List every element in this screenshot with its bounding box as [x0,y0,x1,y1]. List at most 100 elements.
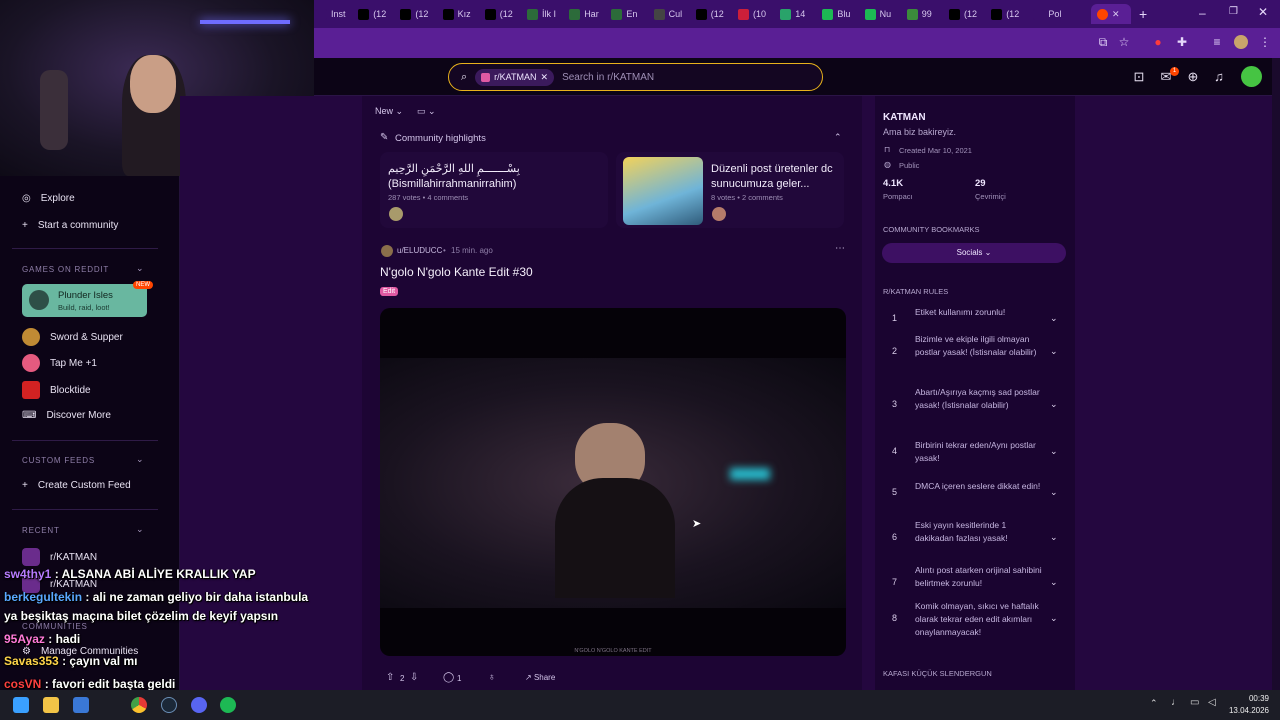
browser-tab[interactable]: (12 [991,4,1029,24]
socials-label: Socials [956,248,983,257]
browser-tab[interactable]: Kız [442,4,481,24]
rule-text: Etiket kullanımı zorunlu! [915,307,1006,317]
close-window-button[interactable]: ✕ [1258,5,1268,19]
install-app-icon[interactable]: ⧉ [1096,35,1110,49]
store-icon[interactable] [73,697,89,713]
browser-tab[interactable]: Pol [1033,4,1071,24]
chat-separator: : [82,590,93,604]
tab-label: İlk I [542,9,557,19]
sidebar-item-start-community[interactable]: + Start a community [22,220,118,231]
network-icon[interactable]: ▭ [1190,697,1199,708]
recent-chevron-icon[interactable]: ⌄ [136,524,144,535]
user-avatar[interactable] [1241,66,1262,87]
sidebar-item-explore[interactable]: ◎ Explore [22,193,75,204]
steam-icon[interactable] [161,697,177,713]
games-heading: GAMES ON REDDIT [22,265,110,274]
sidebar-recent-item[interactable]: r/KATMAN [22,548,97,566]
rule-number: 2 [892,346,898,356]
post-author[interactable]: u/ELUDUCC [397,246,442,255]
sort-dropdown[interactable]: New ⌄ [375,106,403,117]
games-chevron-icon[interactable]: ⌄ [136,263,144,274]
browser-tab[interactable]: (12 [400,4,438,24]
close-tab-icon[interactable]: ✕ [1112,9,1120,20]
browser-tab[interactable]: Inst [316,4,354,24]
share-button[interactable]: ↗ Share [525,673,555,682]
browser-tab[interactable]: (10 [738,4,776,24]
notifications-bell-icon[interactable]: ♫ [1211,69,1227,85]
bookmark-star-icon[interactable]: ☆ [1117,35,1131,49]
browser-tab[interactable]: (12 [358,4,396,24]
browser-tab[interactable]: (12 [484,4,523,24]
volume-icon[interactable]: ◁ [1208,697,1216,708]
browser-menu-icon[interactable]: ⋮ [1258,35,1272,49]
spotify-icon[interactable] [220,697,236,713]
rules-heading: R/KATMAN RULES [883,287,949,296]
create-post-icon[interactable]: ⊕ [1185,69,1201,85]
new-tab-button[interactable]: + [1139,6,1147,22]
post-options-icon[interactable]: ⋯ [835,243,845,254]
post-flair[interactable]: Edit [380,287,399,296]
file-explorer-icon[interactable] [43,697,59,713]
sidebar-item-create-feed[interactable]: + Create Custom Feed [22,480,131,491]
browser-tab[interactable]: (12 [695,4,734,24]
advertise-icon[interactable]: ⊡ [1131,69,1147,85]
minimize-button[interactable]: – [1199,6,1206,20]
custom-feeds-chevron-icon[interactable]: ⌄ [136,454,144,465]
tab-label: 14 [795,9,806,19]
post-author-avatar[interactable] [381,245,393,257]
extensions-puzzle-icon[interactable]: ✚ [1175,35,1189,49]
post-video[interactable]: N'GOLO N'GOLO KANTE EDIT [380,308,846,656]
online-count: 29 [975,178,986,189]
collapse-highlights-icon[interactable]: ⌃ [834,132,842,143]
online-label: Çevrimiçi [975,192,1006,201]
post-separator: • [443,246,446,255]
browser-tab[interactable]: 99 [906,4,945,24]
page-scrollbar[interactable] [1272,58,1280,690]
sidebar-item-tap-me[interactable]: Tap Me +1 [22,354,97,372]
clock-time[interactable]: 00:39 [1229,694,1269,703]
discord-icon[interactable] [191,697,207,713]
award-icon[interactable]: ♁ [488,672,496,683]
tab-favicon-icon [653,8,665,20]
blocktide-icon [22,381,40,399]
browser-tab[interactable]: Cul [653,4,692,24]
search-input[interactable]: ⌕ r/KATMAN ✕ Search in r/KATMAN [448,63,823,91]
next-widget-heading: KAFASI KÜÇÜK SLENDERGUN [883,669,992,678]
browser-tab[interactable]: (12 [949,4,987,24]
sidebar-item-blocktide[interactable]: Blocktide [22,381,91,399]
sidebar-item-sword-supper[interactable]: Sword & Supper [22,328,123,346]
browser-tab[interactable]: İlk I [527,4,565,24]
microphone-icon[interactable]: ♩ [1171,697,1181,708]
browser-tab[interactable]: Nu [864,4,903,24]
media-control-icon[interactable]: ≡ [1210,35,1224,49]
profile-avatar-icon[interactable] [1234,35,1248,49]
view-toggle-dropdown[interactable]: ▭ ⌄ [417,106,436,117]
browser-tab[interactable]: En [611,4,649,24]
tab-label: (12 [499,9,513,19]
upvote-icon[interactable]: ⇧ [386,672,394,683]
browser-tab[interactable]: Blu [822,4,860,24]
video-light [730,468,770,480]
rule-number: 1 [892,312,898,323]
sidebar-item-discover-more[interactable]: ⌨ Discover More [22,410,111,421]
community-search-chip[interactable]: r/KATMAN ✕ [475,68,555,86]
socials-button[interactable]: Socials ⌄ [882,243,1066,263]
post-title[interactable]: N'golo N'golo Kante Edit #30 [380,265,533,279]
clock-date[interactable]: 13.04.2026 [1224,706,1269,715]
chat-username: cosVN [4,677,42,691]
browser-tab[interactable]: Har [569,4,607,24]
windows-start-icon[interactable] [13,697,29,713]
active-browser-tab[interactable]: ✕ [1091,4,1131,24]
browser-tab[interactable]: 14 [780,4,818,24]
comment-icon[interactable]: ◯ [443,672,454,683]
downvote-icon[interactable]: ⇩ [410,672,418,683]
tab-favicon-icon [527,8,538,20]
chrome-icon[interactable] [131,697,147,713]
tray-chevron-icon[interactable]: ⌃ [1150,698,1158,709]
maximize-button[interactable]: ❐ [1229,6,1238,17]
rule-text: DMCA içeren seslere dikkat edin! [915,481,1041,491]
plus-icon: + [22,480,28,491]
tab-label: Cul [668,9,683,19]
extension-icon[interactable]: ● [1151,35,1165,49]
remove-chip-icon[interactable]: ✕ [541,72,549,83]
